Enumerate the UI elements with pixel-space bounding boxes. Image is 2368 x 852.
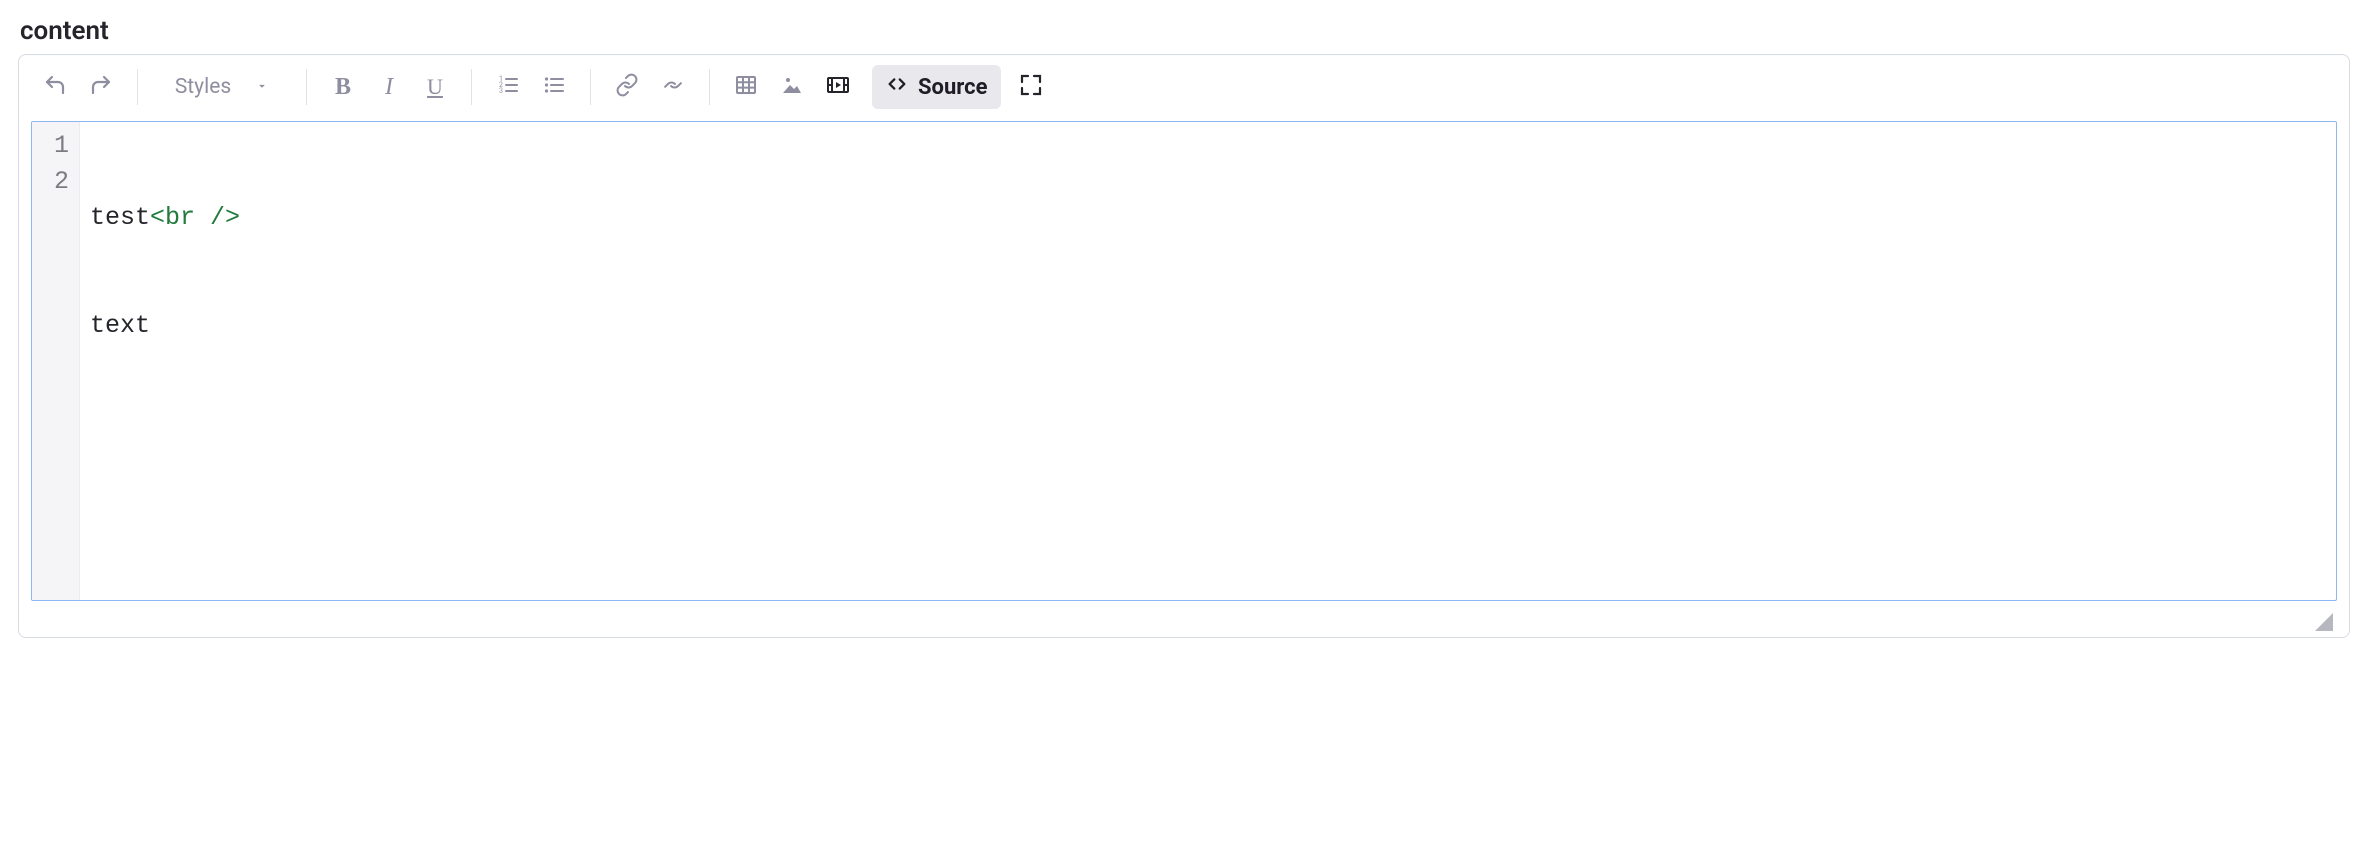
maximize-icon [1019,73,1043,101]
italic-icon: I [385,74,393,101]
source-button[interactable]: Source [872,65,1001,109]
redo-icon [89,73,113,101]
italic-button[interactable]: I [367,65,411,109]
status-bar [31,605,2337,631]
unordered-list-button[interactable] [532,65,576,109]
editor-toolbar: Styles B I U [19,55,2349,113]
link-button[interactable] [605,65,649,109]
image-icon [780,73,804,101]
separator [590,69,591,105]
maximize-button[interactable] [1009,65,1053,109]
svg-text:3: 3 [499,87,503,95]
ordered-list-button[interactable]: 1 2 3 [486,65,530,109]
bold-button[interactable]: B [321,65,365,109]
link-icon [615,73,639,101]
editor: Styles B I U [18,54,2350,638]
ordered-list-icon: 1 2 3 [496,73,520,101]
styles-dropdown[interactable]: Styles [152,65,292,109]
separator [306,69,307,105]
separator [709,69,710,105]
code-icon [886,73,908,101]
redo-button[interactable] [79,65,123,109]
chevron-down-icon [255,75,269,99]
unlink-icon [661,73,685,101]
line-number: 1 [40,128,69,164]
separator [471,69,472,105]
separator [137,69,138,105]
media-button[interactable] [816,65,860,109]
styles-label: Styles [175,75,231,99]
bold-icon: B [335,74,351,101]
source-label: Source [918,75,987,100]
code-content[interactable]: test<br /> text [80,122,2336,600]
source-editor[interactable]: 1 2 test<br /> text [31,121,2337,601]
unordered-list-icon [542,73,566,101]
line-gutter: 1 2 [32,122,80,600]
film-icon [826,73,850,101]
unlink-button[interactable] [651,65,695,109]
image-button[interactable] [770,65,814,109]
code-line[interactable]: text [90,308,2326,344]
table-icon [734,73,758,101]
table-button[interactable] [724,65,768,109]
resize-handle[interactable] [2315,613,2333,631]
undo-icon [43,73,67,101]
underline-button[interactable]: U [413,65,457,109]
field-label: content [20,16,2350,46]
code-line[interactable]: test<br /> [90,200,2326,236]
undo-button[interactable] [33,65,77,109]
line-number: 2 [40,164,69,200]
underline-icon: U [427,74,443,100]
